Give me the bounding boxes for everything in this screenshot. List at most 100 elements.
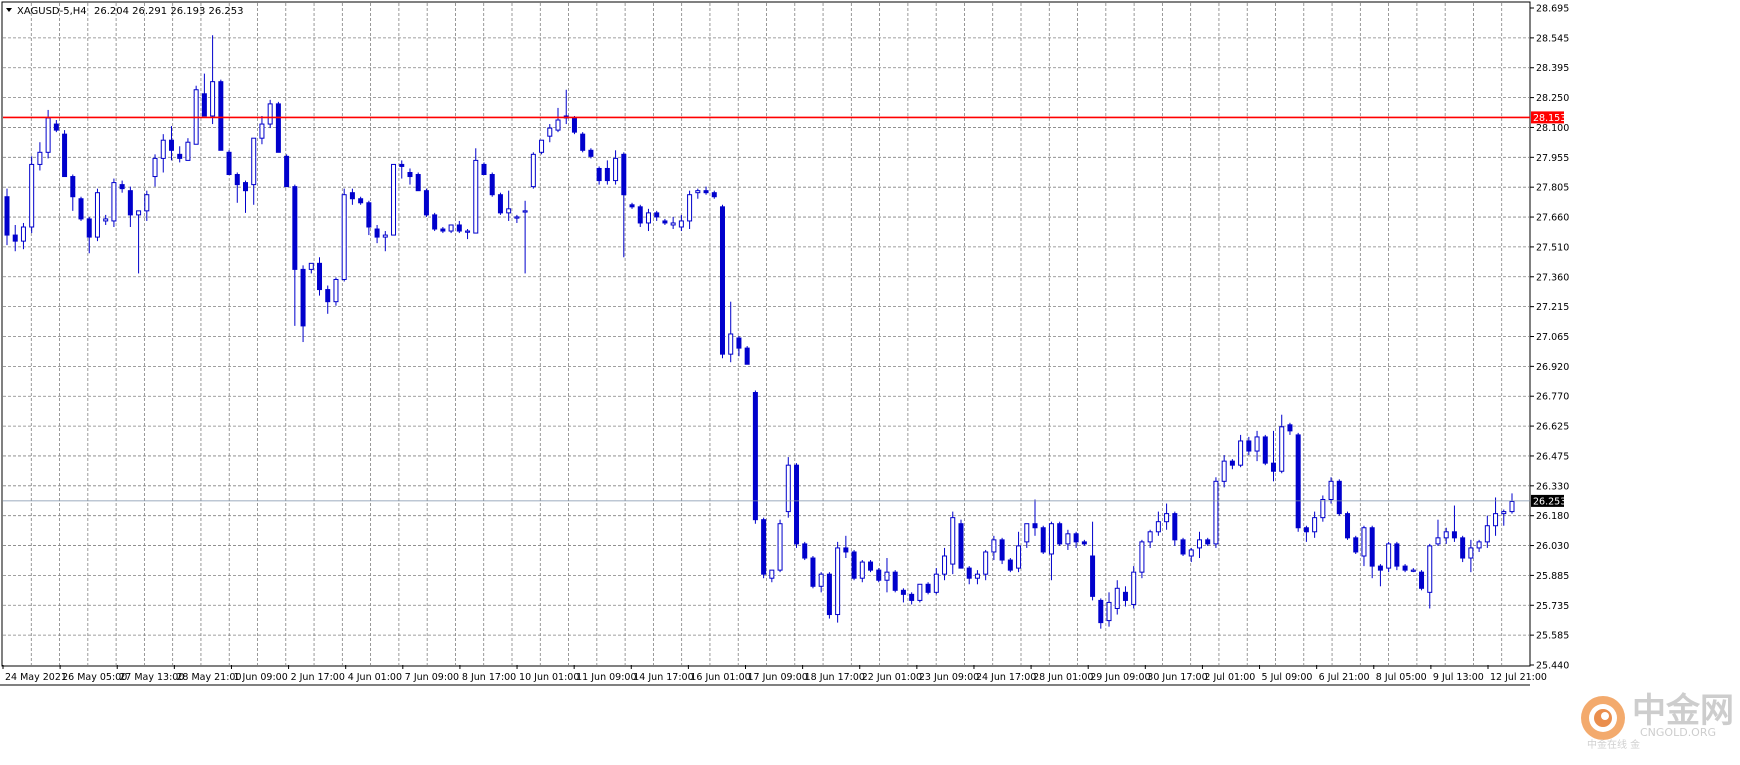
candle-body [1007, 559, 1013, 571]
candle-body [1320, 498, 1326, 519]
candle-body [29, 163, 35, 228]
candle-body [1303, 527, 1309, 533]
candle-body [1460, 537, 1466, 559]
candle-body [94, 192, 100, 238]
candle-body [1377, 565, 1383, 571]
time-tick-label: 14 Jun 17:00 [633, 672, 693, 683]
candle-body [604, 167, 610, 182]
candle-body [637, 206, 643, 224]
candle-body [1336, 480, 1342, 515]
candle-body [974, 573, 980, 579]
time-tick-label: 28 Jun 01:00 [1033, 672, 1093, 683]
time-tick-label: 7 Jun 09:00 [405, 672, 459, 683]
candle-body [662, 220, 668, 224]
price-tick-label: 28.545 [1536, 33, 1569, 44]
candle-body [1164, 513, 1170, 523]
candle-body [119, 184, 125, 190]
candle-body [185, 141, 191, 161]
candle-body [925, 583, 931, 593]
watermark-brand: 中金网 [1632, 691, 1734, 731]
time-tick-label: 10 Jun 01:00 [519, 672, 579, 683]
candle-body [1419, 571, 1425, 589]
candle-body [1279, 426, 1285, 472]
candle-body [1188, 549, 1194, 557]
candle-body [744, 347, 750, 365]
candle-body [991, 539, 997, 553]
candle-body [1287, 424, 1293, 432]
candle-body [1427, 545, 1433, 593]
candle-body [1476, 541, 1482, 549]
candle-body [349, 192, 355, 200]
candle-body [728, 333, 734, 355]
candle-body [826, 573, 832, 616]
candle-body [144, 194, 150, 212]
candle-body [966, 567, 972, 579]
candle-body [300, 268, 306, 327]
time-tick-label: 8 Jun 17:00 [462, 672, 516, 683]
candle-body [1484, 525, 1490, 543]
candle-body [1271, 462, 1277, 472]
price-tick-label: 27.805 [1536, 183, 1569, 194]
candle-body [1106, 601, 1112, 622]
candle-body [201, 93, 207, 117]
candle-body [53, 123, 59, 131]
candle-body [152, 157, 158, 178]
candle-body [341, 194, 347, 280]
candle-body [374, 228, 380, 238]
candle-body [259, 123, 265, 139]
candle-body [629, 204, 635, 208]
candle-body [859, 561, 865, 579]
candle-body [588, 149, 594, 157]
candle-body [1205, 539, 1211, 545]
candle-body [1229, 460, 1235, 466]
time-tick-label: 16 Jun 01:00 [690, 672, 750, 683]
candle-body [785, 464, 791, 513]
price-tick-label: 26.180 [1536, 511, 1569, 522]
candle-body [1098, 599, 1104, 624]
price-axis[interactable]: 28.695 28.545 28.395 28.250 28.100 27.955 27.8… [1530, 4, 1569, 672]
candle-body [1122, 591, 1128, 601]
candle-body [62, 133, 68, 178]
candle-body [1057, 523, 1063, 545]
chart-background [0, 0, 1740, 765]
candle-body [317, 262, 323, 291]
candle-body [1040, 527, 1046, 553]
candle-body [654, 212, 660, 218]
time-tick-label: 11 Jun 09:00 [576, 672, 636, 683]
candle-body [177, 153, 183, 159]
candle-body [711, 192, 717, 198]
time-tick-label: 4 Jun 01:00 [348, 672, 402, 683]
candle-body [111, 182, 117, 222]
price-chart[interactable]: 28.15326.253 28.69528.54528.39528.25028.… [0, 0, 1740, 765]
candle-body [950, 517, 956, 565]
candle-body [1172, 513, 1178, 541]
candle-body [45, 117, 51, 153]
candle-body [267, 103, 273, 125]
price-tick-label: 25.735 [1536, 601, 1569, 612]
candle-body [1394, 543, 1400, 567]
price-level-label: 26.253 [1533, 496, 1566, 507]
candle-body [1196, 539, 1202, 549]
candle-body [292, 186, 298, 270]
time-tick-label: 6 Jul 21:00 [1319, 672, 1370, 683]
candle-body [596, 167, 602, 182]
price-tick-label: 25.885 [1536, 571, 1569, 582]
candle-body [1155, 521, 1161, 533]
candle-body [1501, 511, 1507, 515]
time-tick-label: 12 Jul 21:00 [1490, 672, 1547, 683]
candle-body [415, 174, 421, 192]
candle-body [1493, 513, 1499, 527]
candle-body [1295, 434, 1301, 529]
chart-header: XAGUSD-5,H4 26.204 26.291 26.193 26.253 [6, 6, 244, 17]
candle-body [1402, 565, 1408, 571]
candle-body [1147, 531, 1153, 543]
time-tick-label: 30 Jun 17:00 [1147, 672, 1207, 683]
time-tick-label: 22 Jun 01:00 [862, 672, 922, 683]
candle-body [1410, 569, 1416, 572]
candle-body [103, 218, 109, 222]
candle-body [275, 103, 281, 153]
candle-body [999, 539, 1005, 561]
time-tick-label: 24 Jun 17:00 [976, 672, 1036, 683]
candle-body [835, 547, 841, 616]
candle-body [514, 216, 520, 219]
